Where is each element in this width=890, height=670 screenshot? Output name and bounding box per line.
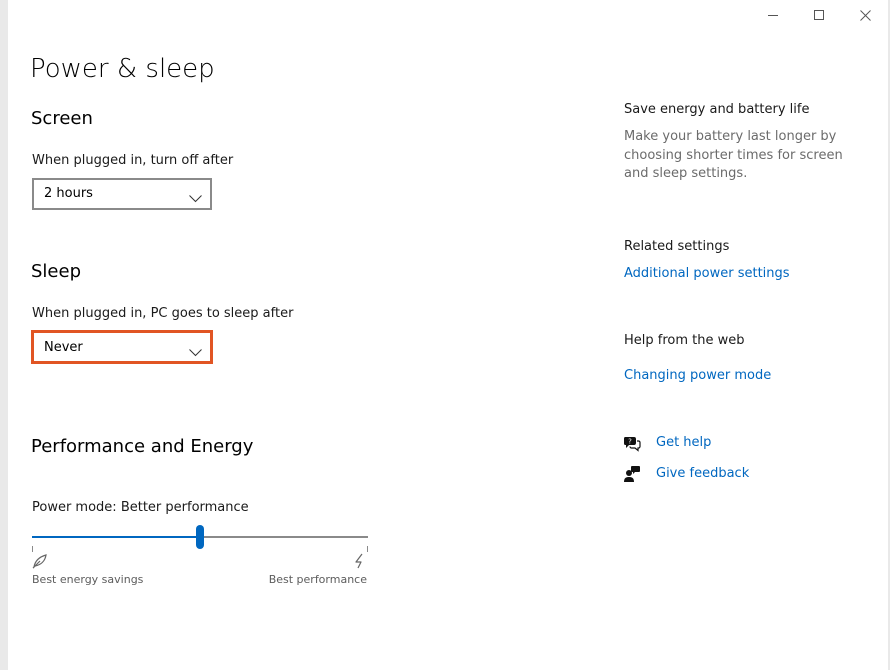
- close-button[interactable]: [842, 0, 888, 30]
- screen-section-title: Screen: [31, 108, 93, 129]
- help-from-web-heading: Help from the web: [624, 333, 745, 348]
- slider-tick-max: [367, 546, 368, 552]
- changing-power-mode-link[interactable]: Changing power mode: [624, 368, 771, 383]
- close-icon: [859, 9, 871, 21]
- sleep-section-title: Sleep: [31, 261, 82, 282]
- save-energy-heading: Save energy and battery life: [624, 102, 810, 117]
- slider-tick-min: [32, 546, 33, 552]
- get-help-link[interactable]: Get help: [656, 435, 711, 450]
- slider-track-fill: [32, 536, 200, 538]
- feedback-icon: [623, 465, 641, 487]
- screen-plugged-in-label: When plugged in, turn off after: [32, 153, 234, 168]
- sleep-timeout-dropdown[interactable]: Never: [31, 330, 213, 364]
- chevron-down-icon: [189, 188, 202, 207]
- save-energy-description: Make your battery last longer by choosin…: [624, 129, 843, 181]
- get-help-icon: ?: [623, 434, 641, 456]
- minimize-button[interactable]: [750, 0, 796, 30]
- related-settings-heading: Related settings: [624, 239, 730, 254]
- page-title: Power & sleep: [30, 54, 215, 84]
- svg-text:?: ?: [628, 438, 632, 446]
- settings-window: Power & sleep Screen When plugged in, tu…: [0, 0, 890, 670]
- best-performance-label: Best performance: [268, 573, 367, 586]
- power-mode-label: Power mode: Better performance: [32, 500, 249, 515]
- slider-thumb[interactable]: [196, 525, 204, 549]
- screen-timeout-dropdown[interactable]: 2 hours: [32, 178, 212, 210]
- maximize-icon: [814, 10, 824, 20]
- sleep-timeout-value: Never: [44, 340, 83, 355]
- additional-power-settings-link[interactable]: Additional power settings: [624, 266, 790, 281]
- performance-section-title: Performance and Energy: [31, 436, 254, 457]
- power-mode-slider[interactable]: [32, 524, 368, 550]
- lightning-icon: [352, 553, 368, 573]
- window-left-border: [0, 0, 8, 670]
- maximize-button[interactable]: [796, 0, 842, 30]
- screen-timeout-value: 2 hours: [44, 186, 93, 201]
- give-feedback-link[interactable]: Give feedback: [656, 466, 749, 481]
- chevron-down-icon: [189, 342, 202, 361]
- slider-track-rest: [200, 536, 368, 538]
- leaf-icon: [32, 553, 48, 573]
- minimize-icon: [768, 10, 778, 20]
- best-energy-savings-label: Best energy savings: [32, 573, 144, 586]
- sleep-plugged-in-label: When plugged in, PC goes to sleep after: [32, 306, 294, 321]
